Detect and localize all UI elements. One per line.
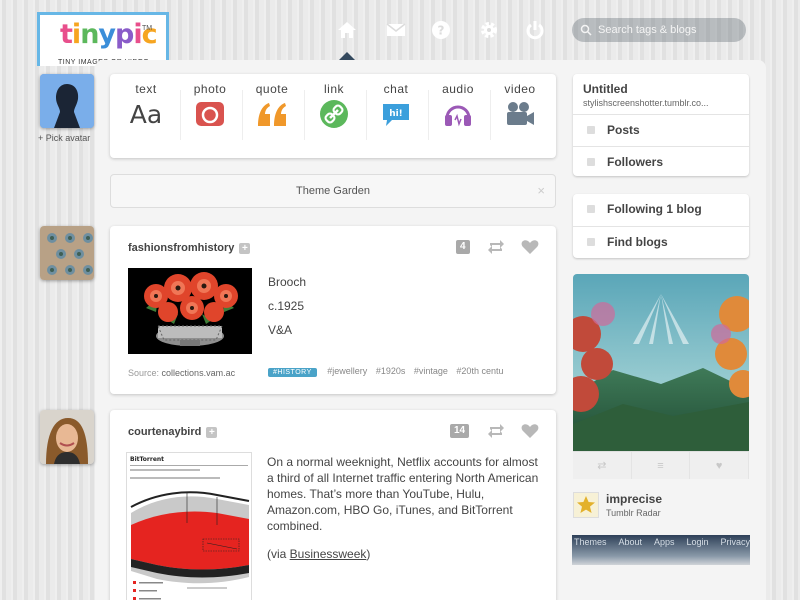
tag-link[interactable]: #1920s: [376, 366, 406, 376]
post-type-chat[interactable]: chat hi!: [366, 82, 426, 130]
post-type-photo[interactable]: photo: [180, 82, 240, 130]
sidebar-item-followers[interactable]: Followers: [573, 146, 749, 178]
blog-title[interactable]: Untitled: [583, 82, 628, 96]
footer-link-themes[interactable]: Themes: [574, 537, 607, 547]
footer-link-about[interactable]: About: [618, 537, 642, 547]
sidebar-item-posts[interactable]: Posts: [573, 114, 749, 146]
traffic-chart-image[interactable]: BitTorrent: [126, 452, 252, 600]
notes-count[interactable]: 4: [456, 240, 470, 254]
post-source: Source: collections.vam.ac: [128, 368, 236, 378]
radar-actions: ⇄ ≡ ♥: [573, 451, 750, 479]
help-icon[interactable]: ?: [429, 18, 453, 42]
home-icon[interactable]: [335, 18, 359, 42]
gear-icon[interactable]: [477, 18, 501, 42]
heart-icon[interactable]: [521, 422, 539, 440]
sidebar-item-find-blogs[interactable]: Find blogs: [573, 226, 749, 258]
active-nav-pointer: [339, 52, 355, 60]
quote-icon: [255, 98, 289, 130]
pick-avatar-link[interactable]: + Pick avatar: [38, 133, 90, 143]
search-icon: [580, 24, 592, 36]
radar-label: Tumblr Radar: [606, 508, 661, 518]
camera-icon: [193, 98, 227, 130]
blog-avatar-fashionsfromhistory[interactable]: [40, 226, 94, 280]
power-icon[interactable]: [523, 18, 547, 42]
post-blog-name[interactable]: fashionsfromhistory +: [128, 242, 251, 254]
posts-icon: [587, 126, 595, 134]
tinypic-wordmark: tinypic: [60, 19, 158, 50]
reblog-icon[interactable]: [487, 238, 505, 256]
chat-icon: hi!: [379, 98, 413, 130]
brooch-photo[interactable]: [128, 268, 252, 354]
svg-text:?: ?: [438, 24, 445, 38]
footer-link-login[interactable]: Login: [686, 537, 708, 547]
radar-reblog-icon[interactable]: ⇄: [573, 452, 632, 479]
sidebar-item-following[interactable]: Following 1 blog: [573, 194, 749, 226]
post-type-audio[interactable]: audio: [428, 82, 488, 130]
theme-garden-label: Theme Garden: [296, 185, 370, 197]
post-type-text[interactable]: text Aa: [116, 82, 176, 130]
following-icon: [587, 205, 595, 213]
trademark-mark: TM: [142, 25, 153, 32]
post-type-quote[interactable]: quote: [242, 82, 302, 130]
footer-links: Themes About Apps Login Privacy: [574, 537, 750, 547]
caption-line: V&A: [268, 323, 293, 337]
follow-plus-icon[interactable]: +: [206, 426, 218, 438]
post-body-text: On a normal weeknight, Netflix accounts …: [267, 455, 539, 533]
blog-avatar-courtenaybird[interactable]: [40, 410, 94, 464]
close-icon[interactable]: ×: [537, 175, 545, 207]
reblog-icon[interactable]: [487, 422, 505, 440]
svg-text:BitTorrent: BitTorrent: [130, 456, 164, 463]
radar-blog-avatar[interactable]: [573, 492, 599, 518]
link-icon: [317, 98, 351, 130]
radar-blog-name[interactable]: imprecise: [606, 492, 662, 506]
caption-line: Brooch: [268, 275, 307, 289]
user-avatar[interactable]: [40, 74, 94, 128]
video-camera-icon: [503, 98, 537, 130]
via-link[interactable]: Businessweek: [290, 547, 367, 561]
tag-link[interactable]: #20th centu: [456, 366, 503, 376]
tinypic-logo[interactable]: tinypic TM TINY IMAGES OR VIDEO: [37, 12, 169, 66]
tag-link[interactable]: #jewellery: [327, 366, 367, 376]
post-tags: #HISTORY #jewellery #1920s #vintage #20t…: [268, 366, 538, 377]
headphones-icon: [441, 98, 475, 130]
caption-line: c.1925: [268, 299, 305, 313]
search-input[interactable]: Search tags & blogs: [572, 18, 746, 42]
radar-like-icon[interactable]: ♥: [690, 452, 750, 479]
via-line: (via Businessweek): [267, 547, 371, 561]
notes-count[interactable]: 14: [450, 424, 470, 438]
svg-text:hi!: hi!: [389, 109, 403, 119]
find-blogs-icon: [587, 238, 595, 246]
post-body: On a normal weeknight, Netflix accounts …: [267, 454, 541, 562]
post-type-bar: text Aa photo quote link chat hi! audio …: [110, 74, 556, 158]
post-blog-name[interactable]: courtenaybird +: [128, 426, 218, 438]
following-menu: Following 1 blog Find blogs: [573, 194, 749, 258]
text-icon: Aa: [129, 99, 163, 129]
source-link[interactable]: collections.vam.ac: [162, 368, 236, 378]
post-fashionsfromhistory: fashionsfromhistory + 4 Brooch c.1925 V&A: [110, 226, 556, 394]
search-placeholder: Search tags & blogs: [598, 24, 697, 36]
theme-garden-banner[interactable]: Theme Garden ×: [110, 174, 556, 208]
mail-icon[interactable]: [384, 18, 408, 42]
heart-icon[interactable]: [521, 238, 539, 256]
blog-menu: Untitled stylishscreenshotter.tumblr.co.…: [573, 74, 749, 176]
tag-chip[interactable]: #HISTORY: [268, 368, 317, 377]
blog-url[interactable]: stylishscreenshotter.tumblr.co...: [583, 98, 743, 108]
radar-notes-icon[interactable]: ≡: [632, 452, 691, 479]
follow-plus-icon[interactable]: +: [239, 242, 251, 254]
post-courtenaybird: courtenaybird + 14 BitTorrent On a normal…: [110, 410, 556, 600]
post-type-link[interactable]: link: [304, 82, 364, 130]
radar-image[interactable]: [573, 274, 749, 451]
post-caption: Brooch c.1925 V&A: [268, 270, 306, 342]
tag-link[interactable]: #vintage: [414, 366, 448, 376]
followers-icon: [587, 158, 595, 166]
post-type-video[interactable]: video: [490, 82, 550, 130]
footer-link-privacy[interactable]: Privacy: [720, 537, 750, 547]
footer-link-apps[interactable]: Apps: [654, 537, 675, 547]
